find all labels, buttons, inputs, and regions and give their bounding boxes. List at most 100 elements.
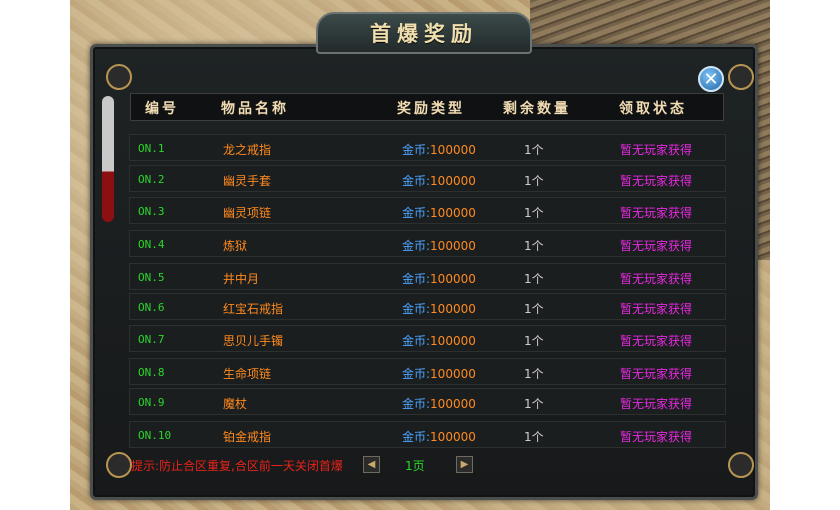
row-number: ON.3: [138, 205, 165, 218]
reward-amount: 100000: [430, 397, 476, 411]
reward-label: 金币:: [402, 206, 431, 220]
header-remaining: 剩余数量: [503, 101, 571, 117]
close-icon: ✕: [703, 68, 719, 90]
remaining-count: 1个: [524, 206, 544, 220]
remaining-count: 1个: [524, 334, 544, 348]
next-page-button[interactable]: ▶: [456, 456, 473, 473]
remaining-count: 1个: [524, 302, 544, 316]
remaining-count: 1个: [524, 174, 544, 188]
claim-status: 暂无玩家获得: [620, 206, 693, 220]
reward-amount: 100000: [430, 430, 476, 444]
remaining-count: 1个: [524, 430, 544, 444]
prev-page-button[interactable]: ◀: [363, 456, 380, 473]
ornament-icon: [728, 452, 754, 478]
item-name: 龙之戒指: [223, 143, 272, 157]
header-reward-type: 奖励类型: [397, 101, 465, 117]
table-row: ON.8 生命项链 金币:100000 1个 暂无玩家获得: [129, 358, 726, 385]
row-number: ON.6: [138, 301, 165, 314]
row-number: ON.1: [138, 142, 165, 155]
reward-type: 金币:100000: [402, 395, 476, 412]
reward-label: 金币:: [402, 334, 431, 348]
row-number: ON.7: [138, 333, 165, 346]
reward-type: 金币:100000: [402, 428, 476, 445]
reward-label: 金币:: [402, 174, 431, 188]
item-name: 魔杖: [223, 397, 248, 411]
reward-label: 金币:: [402, 272, 431, 286]
prev-page-icon: ◀: [367, 459, 376, 470]
claim-status: 暂无玩家获得: [620, 397, 693, 411]
reward-type: 金币:100000: [402, 141, 476, 158]
claim-status: 暂无玩家获得: [620, 143, 693, 157]
table-row: ON.7 思贝儿手镯 金币:100000 1个 暂无玩家获得: [129, 325, 726, 352]
item-name: 炼狱: [223, 239, 248, 253]
close-button[interactable]: ✕: [698, 66, 724, 92]
dialog-title: 首爆奖励: [316, 12, 532, 54]
header-no: 编号: [145, 101, 179, 117]
item-name: 幽灵项链: [223, 206, 272, 220]
claim-status: 暂无玩家获得: [620, 272, 693, 286]
claim-status: 暂无玩家获得: [620, 302, 693, 316]
claim-status: 暂无玩家获得: [620, 430, 693, 444]
item-name: 思贝儿手镯: [223, 334, 284, 348]
table-row: ON.2 幽灵手套 金币:100000 1个 暂无玩家获得: [129, 165, 726, 192]
footer-hint: 提示:防止合区重复,合区前一天关闭首爆: [131, 459, 343, 473]
remaining-count: 1个: [524, 272, 544, 286]
reward-label: 金币:: [402, 143, 431, 157]
ornament-icon: [106, 64, 132, 90]
remaining-count: 1个: [524, 367, 544, 381]
reward-type: 金币:100000: [402, 172, 476, 189]
table-header: 编号 物品名称 奖励类型 剩余数量 领取状态: [130, 93, 724, 121]
remaining-count: 1个: [524, 143, 544, 157]
claim-status: 暂无玩家获得: [620, 334, 693, 348]
reward-label: 金币:: [402, 239, 431, 253]
ornament-icon: [106, 452, 132, 478]
row-number: ON.9: [138, 396, 165, 409]
row-number: ON.5: [138, 271, 165, 284]
item-name: 幽灵手套: [223, 174, 272, 188]
row-number: ON.4: [138, 238, 165, 251]
reward-type: 金币:100000: [402, 332, 476, 349]
table-row: ON.6 红宝石戒指 金币:100000 1个 暂无玩家获得: [129, 293, 726, 320]
reward-amount: 100000: [430, 174, 476, 188]
reward-type: 金币:100000: [402, 237, 476, 254]
reward-type: 金币:100000: [402, 365, 476, 382]
reward-amount: 100000: [430, 143, 476, 157]
ornament-icon: [728, 64, 754, 90]
item-name: 生命项链: [223, 367, 272, 381]
remaining-count: 1个: [524, 239, 544, 253]
reward-amount: 100000: [430, 302, 476, 316]
table-row: ON.9 魔杖 金币:100000 1个 暂无玩家获得: [129, 388, 726, 415]
reward-label: 金币:: [402, 367, 431, 381]
reward-amount: 100000: [430, 334, 476, 348]
item-name: 井中月: [223, 272, 260, 286]
reward-type: 金币:100000: [402, 204, 476, 221]
table-row: ON.4 炼狱 金币:100000 1个 暂无玩家获得: [129, 230, 726, 257]
reward-type: 金币:100000: [402, 270, 476, 287]
item-name: 铂金戒指: [223, 430, 272, 444]
table-row: ON.1 龙之戒指 金币:100000 1个 暂无玩家获得: [129, 134, 726, 161]
reward-type: 金币:100000: [402, 300, 476, 317]
reward-amount: 100000: [430, 239, 476, 253]
row-number: ON.10: [138, 429, 172, 442]
claim-status: 暂无玩家获得: [620, 239, 693, 253]
row-number: ON.2: [138, 173, 165, 186]
reward-label: 金币:: [402, 430, 431, 444]
remaining-count: 1个: [524, 397, 544, 411]
page-indicator: 1页: [405, 459, 425, 473]
row-number: ON.8: [138, 366, 165, 379]
reward-amount: 100000: [430, 272, 476, 286]
header-claim-status: 领取状态: [619, 101, 687, 117]
table-row: ON.3 幽灵项链 金币:100000 1个 暂无玩家获得: [129, 197, 726, 224]
reward-label: 金币:: [402, 397, 431, 411]
next-page-icon: ▶: [460, 459, 469, 470]
reward-label: 金币:: [402, 302, 431, 316]
reward-amount: 100000: [430, 367, 476, 381]
item-name: 红宝石戒指: [223, 302, 284, 316]
table-row: ON.10 铂金戒指 金币:100000 1个 暂无玩家获得: [129, 421, 726, 448]
table-row: ON.5 井中月 金币:100000 1个 暂无玩家获得: [129, 263, 726, 290]
header-item-name: 物品名称: [221, 101, 289, 117]
jade-tassel-ornament: [102, 96, 114, 222]
claim-status: 暂无玩家获得: [620, 174, 693, 188]
claim-status: 暂无玩家获得: [620, 367, 693, 381]
reward-amount: 100000: [430, 206, 476, 220]
